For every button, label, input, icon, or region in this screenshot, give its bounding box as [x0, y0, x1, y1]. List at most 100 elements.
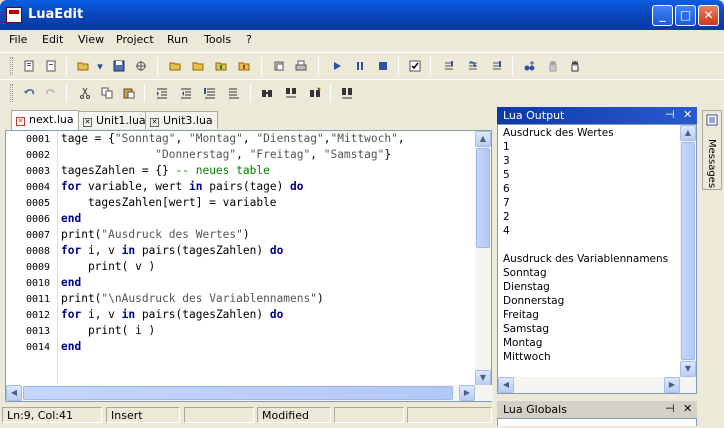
paste-icon[interactable] — [120, 84, 138, 102]
comment-icon[interactable] — [201, 84, 219, 102]
add-file-icon[interactable] — [166, 57, 184, 75]
print-icon[interactable] — [292, 57, 310, 75]
print-setup-icon[interactable] — [270, 57, 288, 75]
toolbar-grip-2[interactable] — [10, 84, 13, 102]
code-line[interactable]: end — [61, 340, 81, 353]
scroll-up-icon[interactable]: ▲ — [475, 131, 491, 147]
scroll-right-icon[interactable]: ▶ — [459, 385, 475, 401]
scroll-thumb[interactable] — [476, 148, 490, 248]
app-icon[interactable] — [6, 7, 22, 23]
tab-next-lua[interactable]: ✕ next.lua — [11, 110, 79, 130]
tab-unit3-lua[interactable]: ✕ Unit3.lua — [145, 111, 218, 129]
save-all-icon[interactable] — [132, 57, 150, 75]
code-line[interactable]: end — [61, 212, 81, 225]
open-folder-icon[interactable] — [74, 57, 92, 75]
scroll-left-icon[interactable]: ◀ — [6, 385, 22, 401]
minimize-button[interactable]: _ — [652, 5, 673, 26]
uncomment-icon[interactable] — [225, 84, 243, 102]
code-line[interactable]: print( i ) — [61, 324, 155, 337]
hand-icon[interactable] — [566, 57, 584, 75]
scroll-down-icon[interactable]: ▼ — [680, 361, 696, 377]
export-icon[interactable] — [235, 57, 253, 75]
indent-icon[interactable] — [153, 84, 171, 102]
scroll-left-icon[interactable]: ◀ — [498, 377, 514, 393]
menu-run[interactable]: Run — [167, 33, 188, 46]
line-number: 0011 — [26, 294, 51, 305]
code-line[interactable]: tagesZahlen = {} -- neues table — [61, 164, 270, 177]
find-icon[interactable] — [258, 84, 276, 102]
new-project-icon[interactable] — [20, 57, 38, 75]
menu-help[interactable]: ? — [246, 33, 252, 46]
lua-globals-panel[interactable] — [497, 418, 697, 426]
menu-view[interactable]: View — [78, 33, 104, 46]
hand-gray-icon[interactable] — [544, 57, 562, 75]
code-line[interactable]: for i, v in pairs(tagesZahlen) do — [61, 244, 283, 257]
redo-icon[interactable] — [42, 84, 60, 102]
scroll-thumb[interactable] — [681, 142, 695, 360]
scroll-down-icon[interactable]: ▼ — [475, 370, 491, 386]
add-watch-icon[interactable] — [520, 57, 538, 75]
code-line[interactable]: for i, v in pairs(tagesZahlen) do — [61, 308, 283, 321]
pause-icon[interactable] — [351, 57, 369, 75]
copy-icon[interactable] — [98, 84, 116, 102]
lua-output-header: Lua Output ⊣ ✕ — [497, 107, 697, 124]
close-tab-icon[interactable]: ✕ — [83, 118, 92, 127]
run-icon[interactable] — [328, 57, 346, 75]
replace-icon[interactable] — [282, 84, 300, 102]
editor-vertical-scrollbar[interactable]: ▲ ▼ — [475, 131, 491, 386]
save-icon[interactable] — [110, 57, 128, 75]
run-to-cursor-icon[interactable] — [488, 57, 506, 75]
import-icon[interactable] — [212, 57, 230, 75]
menu-edit[interactable]: Edit — [42, 33, 63, 46]
close-panel-icon[interactable]: ✕ — [683, 402, 692, 415]
open-dropdown-icon[interactable]: ▾ — [91, 57, 109, 75]
code-editor[interactable]: 0001 0002 0003 0004 0005 0006 0007 0008 … — [5, 130, 493, 402]
messages-side-tab[interactable]: Messages — [702, 110, 722, 190]
lua-output-panel[interactable]: Ausdruck des Wertes 1 3 5 6 7 2 4 Ausdru… — [497, 124, 697, 394]
new-unit-icon[interactable] — [42, 57, 60, 75]
close-tab-icon[interactable]: ✕ — [16, 117, 25, 126]
editor-horizontal-scrollbar[interactable]: ◀ ▶ — [6, 385, 493, 401]
code-line[interactable]: print( v ) — [61, 260, 155, 273]
code-area[interactable]: tage = {"Sonntag", "Montag", "Dienstag",… — [61, 131, 479, 386]
step-into-icon[interactable] — [440, 57, 458, 75]
code-line[interactable]: print("\nAusdruck des Variablennamens") — [61, 292, 324, 305]
stop-icon[interactable] — [374, 57, 392, 75]
cut-icon[interactable] — [76, 84, 94, 102]
scroll-thumb[interactable] — [23, 386, 453, 400]
find-in-files-icon[interactable] — [306, 84, 324, 102]
menu-tools[interactable]: Tools — [204, 33, 231, 46]
code-line[interactable]: print("Ausdruck des Wertes") — [61, 228, 250, 241]
output-vertical-scrollbar[interactable]: ▲ ▼ — [680, 125, 696, 377]
goto-line-icon[interactable] — [338, 84, 356, 102]
menu-project[interactable]: Project — [116, 33, 154, 46]
output-line: 1 — [503, 141, 510, 153]
unindent-icon[interactable] — [177, 84, 195, 102]
code-line[interactable]: end — [61, 276, 81, 289]
check-syntax-icon[interactable] — [406, 57, 424, 75]
remove-file-icon[interactable] — [189, 57, 207, 75]
output-horizontal-scrollbar[interactable]: ◀ ▶ — [498, 377, 696, 393]
undo-icon[interactable] — [20, 84, 38, 102]
status-modified: Modified — [257, 407, 331, 423]
menu-file[interactable]: File — [9, 33, 27, 46]
edit-toolbar — [0, 79, 724, 105]
scroll-right-icon[interactable]: ▶ — [664, 377, 680, 393]
code-line[interactable]: tage = {"Sonntag", "Montag", "Dienstag",… — [61, 132, 405, 145]
maximize-button[interactable]: □ — [675, 5, 696, 26]
code-line[interactable]: tagesZahlen[wert] = variable — [61, 196, 277, 209]
pin-icon[interactable]: ⊣ — [665, 108, 675, 121]
code-line[interactable]: "Donnerstag", "Freitag", "Samstag"} — [61, 148, 391, 161]
close-tab-icon[interactable]: ✕ — [150, 118, 159, 127]
line-number: 0012 — [26, 310, 51, 321]
line-number: 0008 — [26, 246, 51, 257]
output-line: Dienstag — [503, 281, 550, 293]
code-line[interactable]: for variable, wert in pairs(tage) do — [61, 180, 304, 193]
close-panel-icon[interactable]: ✕ — [683, 108, 692, 121]
step-over-icon[interactable] — [464, 57, 482, 75]
scroll-up-icon[interactable]: ▲ — [680, 125, 696, 141]
tab-unit1-lua[interactable]: ✕ Unit1.lua — [78, 111, 151, 129]
toolbar-grip[interactable] — [10, 57, 13, 75]
close-button[interactable]: ✕ — [698, 5, 719, 26]
pin-icon[interactable]: ⊣ — [665, 402, 675, 415]
